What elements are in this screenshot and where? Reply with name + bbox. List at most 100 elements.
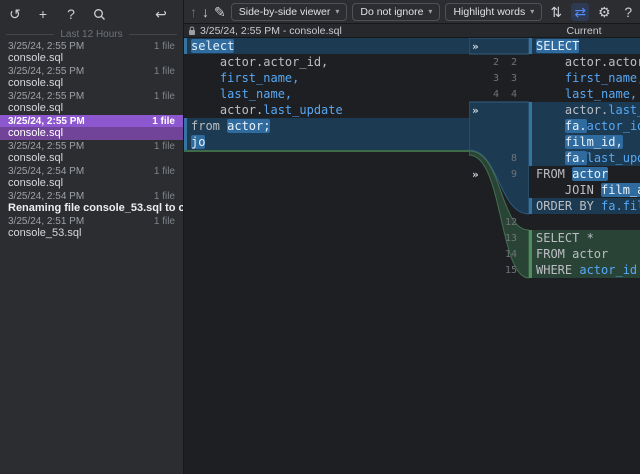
right-pane-title: Current — [529, 24, 639, 38]
code-line: from actor; — [184, 118, 469, 134]
history-entry-top: 3/25/24, 2:54 PM 1 file — [0, 190, 183, 202]
insertion-marker — [184, 150, 469, 152]
entry-filename: console_53.sql — [0, 227, 183, 240]
revert-icon[interactable]: ↺ — [6, 5, 24, 23]
chevron-down-icon: ▾ — [530, 7, 534, 16]
diff-toolbar: ↑ ↓ ✎ Side-by-side viewer▾ Do not ignore… — [184, 0, 640, 24]
right-line-number: 15 — [499, 265, 517, 276]
undo-icon[interactable]: ↩ — [152, 5, 170, 23]
gutter-row: 15 — [469, 262, 529, 278]
entry-date: 3/25/24, 2:51 PM — [8, 216, 84, 227]
gutter-row — [469, 198, 529, 214]
history-entry[interactable]: 3/25/24, 2:54 PM 1 fileRenaming file cons… — [0, 190, 183, 215]
history-entry-top: 3/25/24, 2:55 PM1 file — [0, 40, 183, 52]
history-list: 3/25/24, 2:55 PM1 fileconsole.sql3/25/24… — [0, 40, 183, 474]
history-entry-top: 3/25/24, 2:54 PM1 file — [0, 165, 183, 177]
entry-filename: console.sql — [0, 52, 183, 65]
right-line-number: 14 — [499, 249, 517, 260]
settings-gear-icon[interactable]: ⚙ — [595, 3, 613, 21]
code-line: actor.last_update — [184, 102, 469, 118]
apply-change-chevron-icon[interactable]: » — [469, 104, 483, 117]
history-entry[interactable]: 3/25/24, 2:55 PM1 fileconsole.sql — [0, 65, 183, 90]
history-entry-top: 3/25/24, 2:55 PM1 file — [0, 140, 183, 152]
entry-file-count: 1 file — [154, 216, 175, 227]
code-line: select — [184, 38, 469, 54]
collapse-unchanged-icon[interactable]: ⇅ — [547, 3, 565, 21]
diff-word-highlight: jo — [191, 135, 205, 149]
edit-icon[interactable]: ✎ — [214, 3, 226, 21]
entry-file-count: 1 file — [154, 91, 175, 102]
history-entry-top: 3/25/24, 2:55 PM1 file — [0, 65, 183, 77]
history-entry-top: 3/25/24, 2:51 PM 1 file — [0, 215, 183, 227]
code-line: actor.last_update, — [529, 102, 640, 118]
gutter-row: 22 — [469, 54, 529, 70]
gutter-row — [469, 182, 529, 198]
sync-scrolling-icon[interactable]: ⇄ — [571, 3, 589, 21]
diff-word-highlight: film_actor fa — [601, 183, 640, 197]
code-line: FROM actor — [529, 166, 640, 182]
code-line: last_name, — [529, 86, 640, 102]
diff-body: ✓ select actor.actor_id, first_name, las… — [184, 38, 640, 474]
right-line-number: 9 — [499, 169, 517, 180]
right-line-number: 12 — [499, 217, 517, 228]
create-patch-icon[interactable]: + — [34, 5, 52, 23]
apply-change-chevron-icon[interactable]: » — [469, 40, 483, 53]
help-icon[interactable]: ? — [62, 5, 80, 23]
search-icon[interactable] — [90, 5, 108, 23]
code-line: JOIN film_actor fa — [529, 182, 640, 198]
entry-filename: console.sql — [0, 177, 183, 190]
gutter-row: 12 — [469, 214, 529, 230]
viewer-mode-dropdown[interactable]: Side-by-side viewer▾ — [231, 3, 348, 21]
entry-date: 3/25/24, 2:54 PM — [8, 191, 84, 202]
apply-change-chevron-icon[interactable]: » — [469, 168, 483, 181]
right-line-number: 3 — [499, 73, 517, 84]
left-code: select actor.actor_id, first_name, last_… — [184, 38, 469, 150]
history-entry[interactable]: 3/25/24, 2:51 PM 1 fileconsole_53.sql — [0, 215, 183, 240]
left-editor[interactable]: ✓ select actor.actor_id, first_name, las… — [184, 38, 469, 474]
entry-file-count: 1 file — [154, 66, 175, 77]
entry-filename: console.sql — [0, 77, 183, 90]
history-entry[interactable]: 3/25/24, 2:54 PM1 fileconsole.sql — [0, 165, 183, 190]
history-entry-top: 3/25/24, 2:55 PM 1 file — [0, 90, 183, 102]
entry-file-count: 1 file — [154, 191, 175, 202]
ignore-policy-dropdown[interactable]: Do not ignore▾ — [352, 3, 440, 21]
right-line-number: 4 — [499, 89, 517, 100]
right-line-number: 8 — [499, 153, 517, 164]
entry-file-count: 1 file — [152, 116, 175, 127]
code-line: actor.actor_id, — [529, 54, 640, 70]
diff-word-highlight: fa. — [565, 119, 587, 133]
right-line-number: 13 — [499, 233, 517, 244]
history-entry[interactable]: 3/25/24, 2:55 PM1 fileconsole.sql — [0, 140, 183, 165]
gutter-row: 13 — [469, 230, 529, 246]
entry-file-count: 1 file — [154, 41, 175, 52]
gutter-row — [469, 118, 529, 134]
pane-headers: 3/25/24, 2:55 PM - console.sql Current — [184, 24, 640, 38]
code-line: film_id, — [529, 134, 640, 150]
history-entry[interactable]: 3/25/24, 2:55 PM1 fileconsole.sql — [0, 40, 183, 65]
entry-filename: console.sql — [0, 102, 183, 115]
diff-word-highlight: film_id, — [565, 135, 623, 149]
gutter-row: » — [469, 102, 529, 118]
code-line — [529, 214, 640, 230]
lock-icon — [188, 26, 196, 36]
history-sidebar: ↺ + ? ↩ Last 12 Hours 3/25/24, 2:55 PM 1 … — [0, 0, 184, 474]
right-editor[interactable]: SELECT actor.actor_id, first_name, last_… — [529, 38, 640, 474]
history-section-label: Last 12 Hours — [0, 28, 183, 40]
history-entry[interactable]: 3/25/24, 2:55 PM1 fileconsole.sql — [0, 115, 183, 140]
code-line: first_name, — [529, 70, 640, 86]
code-line: ORDER BY fa.film_id — [529, 198, 640, 214]
entry-filename: Renaming file console_53.sql to con… — [0, 202, 183, 215]
highlight-mode-dropdown[interactable]: Highlight words▾ — [445, 3, 542, 21]
entry-file-count: 1 file — [154, 166, 175, 177]
right-code: SELECT actor.actor_id, first_name, last_… — [529, 38, 640, 278]
previous-change-icon[interactable]: ↑ — [190, 3, 197, 21]
code-line: first_name, — [184, 70, 469, 86]
diff-word-highlight: actor; — [227, 119, 270, 133]
help-icon[interactable]: ? — [619, 3, 637, 21]
entry-date: 3/25/24, 2:55 PM — [8, 116, 85, 127]
diff-word-highlight: SELECT — [536, 39, 579, 53]
diff-word-highlight: actor — [572, 167, 608, 181]
next-change-icon[interactable]: ↓ — [202, 3, 209, 21]
entry-date: 3/25/24, 2:55 PM — [8, 91, 84, 102]
history-entry[interactable]: 3/25/24, 2:55 PM 1 fileconsole.sql — [0, 90, 183, 115]
